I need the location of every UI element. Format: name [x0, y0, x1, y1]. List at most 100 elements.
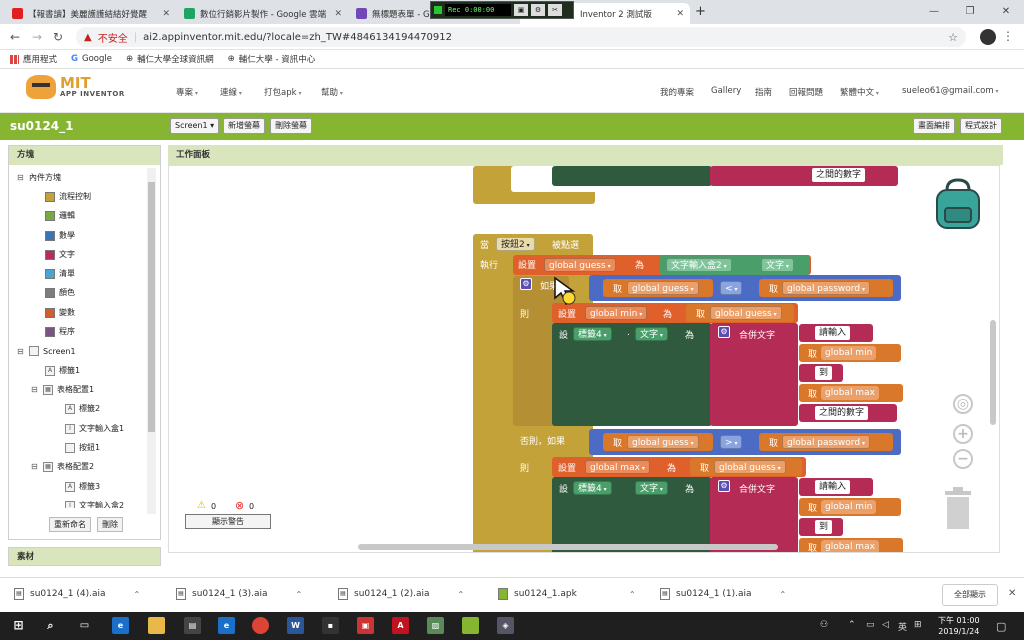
remove-screen-button[interactable]: 刪除螢幕	[270, 118, 312, 134]
var-dropdown[interactable]: global guess	[714, 460, 786, 474]
tree-label3[interactable]: A 標籤3	[65, 481, 100, 492]
screen-recorder-widget[interactable]: Rec 0:00:00 ▣ ⚙ ✂	[430, 1, 574, 19]
tray-chevron-icon[interactable]: ⌃	[848, 620, 856, 630]
bookmark-google[interactable]: G Google	[71, 54, 112, 64]
var-dropdown[interactable]: global guess	[627, 281, 699, 295]
menu-help[interactable]: 幫助	[321, 86, 343, 98]
tree-screen1[interactable]: ⊟ Screen1	[17, 346, 76, 356]
link-gallery[interactable]: Gallery	[711, 86, 741, 96]
var-dropdown[interactable]: global min	[821, 346, 877, 360]
tree-label2[interactable]: A 標籤2	[65, 403, 100, 414]
bookmark-star-icon[interactable]: ☆	[948, 31, 958, 44]
tree-builtin[interactable]: ⊟ 內件方塊	[17, 172, 61, 183]
recorder-app-icon[interactable]: ▣	[357, 617, 374, 634]
notification-icon[interactable]: ▢	[996, 620, 1006, 633]
file-explorer-icon[interactable]	[148, 617, 165, 634]
close-icon[interactable]: ✕	[162, 9, 170, 19]
string-value[interactable]: 到	[815, 366, 833, 380]
keyboard-icon[interactable]: ⊞	[914, 620, 922, 630]
link-guide[interactable]: 指南	[755, 86, 772, 98]
category-control[interactable]: 流程控制	[45, 191, 91, 202]
ie-icon[interactable]: e	[218, 617, 235, 634]
category-text[interactable]: 文字	[45, 249, 75, 260]
partial-join-block[interactable]	[710, 166, 898, 186]
trash-can-icon[interactable]	[943, 486, 973, 530]
blocks-button[interactable]: 程式設計	[960, 118, 1002, 134]
minimize-icon[interactable]: —	[916, 0, 952, 24]
tree-scrollbar[interactable]	[147, 168, 156, 514]
media-app-icon[interactable]: ◈	[497, 617, 514, 634]
windows-start-icon[interactable]: ⊞	[10, 617, 27, 634]
close-icon[interactable]: ✕	[334, 9, 342, 19]
property-dropdown[interactable]: 文字	[635, 327, 668, 341]
var-dropdown[interactable]: global guess	[710, 306, 782, 320]
back-icon[interactable]: ←	[10, 30, 20, 44]
menu-build[interactable]: 打包apk	[264, 86, 301, 98]
string-value[interactable]: 到	[815, 520, 833, 534]
chevron-up-icon[interactable]: ⌃	[629, 590, 636, 599]
string-value[interactable]: 之間的數字	[815, 406, 869, 420]
zoom-in-icon[interactable]: +	[953, 424, 973, 444]
partial-component-block[interactable]	[552, 166, 712, 186]
download-item[interactable]: ▤ su0124_1 (3).aia ⌃	[176, 588, 302, 600]
menu-language[interactable]: 繁體中文	[840, 86, 879, 98]
collapse-icon[interactable]: ⊟	[31, 385, 39, 394]
network-icon[interactable]: ▭	[866, 620, 875, 630]
category-variables[interactable]: 變數	[45, 307, 75, 318]
rename-button[interactable]: 重新命名	[49, 517, 91, 532]
show-all-downloads-button[interactable]: 全部顯示	[942, 584, 998, 606]
var-dropdown[interactable]: global max	[821, 386, 879, 400]
var-dropdown[interactable]: global min	[585, 306, 648, 320]
tree-table1[interactable]: ⊟ ▦ 表格配置1	[31, 384, 94, 395]
category-lists[interactable]: 清單	[45, 268, 75, 279]
recorder-settings-icon[interactable]: ⚙	[531, 4, 545, 16]
download-item[interactable]: su0124_1.apk ⌃	[498, 588, 636, 600]
word-icon[interactable]: W	[287, 617, 304, 634]
bookmark-fju-cc[interactable]: ⊕ 輔仁大學 - 資訊中心	[228, 53, 316, 65]
chevron-up-icon[interactable]: ⌃	[458, 590, 465, 599]
store-icon[interactable]: ▤	[184, 617, 201, 634]
component-dropdown[interactable]: 標籤4	[573, 327, 612, 341]
zoom-out-icon[interactable]: −	[953, 449, 973, 469]
event-component-dropdown[interactable]: 按鈕2	[496, 237, 535, 251]
collapse-icon[interactable]: ⊟	[17, 173, 25, 182]
category-procedures[interactable]: 程序	[45, 326, 75, 337]
volume-icon[interactable]: ◁	[882, 620, 889, 630]
var-dropdown[interactable]: global password	[782, 281, 870, 295]
workspace-horizontal-scrollbar[interactable]	[358, 544, 778, 550]
download-item[interactable]: ▤ su0124_1 (2).aia ⌃	[338, 588, 464, 600]
backpack-icon[interactable]	[933, 178, 983, 230]
browser-tab[interactable]: 無標題表單 - Go	[350, 3, 440, 24]
chevron-up-icon[interactable]: ⌃	[780, 590, 787, 599]
mutator-gear-icon[interactable]: ⚙	[718, 326, 730, 338]
link-my-projects[interactable]: 我的專案	[660, 86, 694, 98]
blocks-workspace[interactable]: 之間的數字 當 按鈕2 被點選 執行 設置 global guess 為 文字輸…	[168, 165, 1000, 553]
property-dropdown[interactable]: 文字	[761, 258, 794, 272]
browser-menu-icon[interactable]: ⋮	[1002, 29, 1014, 43]
close-icon[interactable]: ✕	[676, 9, 684, 19]
tree-scrollbar-thumb[interactable]	[148, 182, 155, 432]
browser-tab[interactable]: 【報書讀】美麗護護結結好覺醒 ✕	[6, 3, 176, 24]
textbox-dropdown[interactable]: 文字輸入盒2	[666, 258, 732, 272]
show-warnings-button[interactable]: 顯示警告	[185, 514, 271, 529]
download-item[interactable]: ▤ su0124_1 (4).aia ⌃	[14, 588, 140, 600]
acrobat-icon[interactable]: A	[392, 617, 409, 634]
search-icon[interactable]: ⌕	[42, 617, 59, 634]
recenter-icon[interactable]: ◎	[953, 394, 973, 414]
ime-indicator[interactable]: 英	[898, 620, 907, 633]
tree-textbox2[interactable]: I 文字輸入盒2	[65, 500, 124, 508]
app-icon[interactable]: ▪	[322, 617, 339, 634]
var-dropdown[interactable]: global password	[782, 435, 870, 449]
operator-dropdown[interactable]: <	[720, 281, 743, 295]
category-colors[interactable]: 顏色	[45, 287, 75, 298]
add-screen-button[interactable]: 新增螢幕	[223, 118, 265, 134]
var-dropdown[interactable]: global guess	[544, 258, 616, 272]
property-dropdown[interactable]: 文字	[635, 481, 668, 495]
tree-table2[interactable]: ⊟ ▦ 表格配置2	[31, 461, 94, 472]
task-view-icon[interactable]: ▭	[76, 617, 93, 634]
restore-icon[interactable]: ❐	[952, 0, 988, 24]
app-inventor-logo[interactable]: MIT APP INVENTOR	[26, 75, 125, 99]
new-tab-button[interactable]: +	[695, 4, 706, 19]
mutator-gear-icon[interactable]: ⚙	[718, 480, 730, 492]
collapse-icon[interactable]: ⊟	[31, 462, 39, 471]
